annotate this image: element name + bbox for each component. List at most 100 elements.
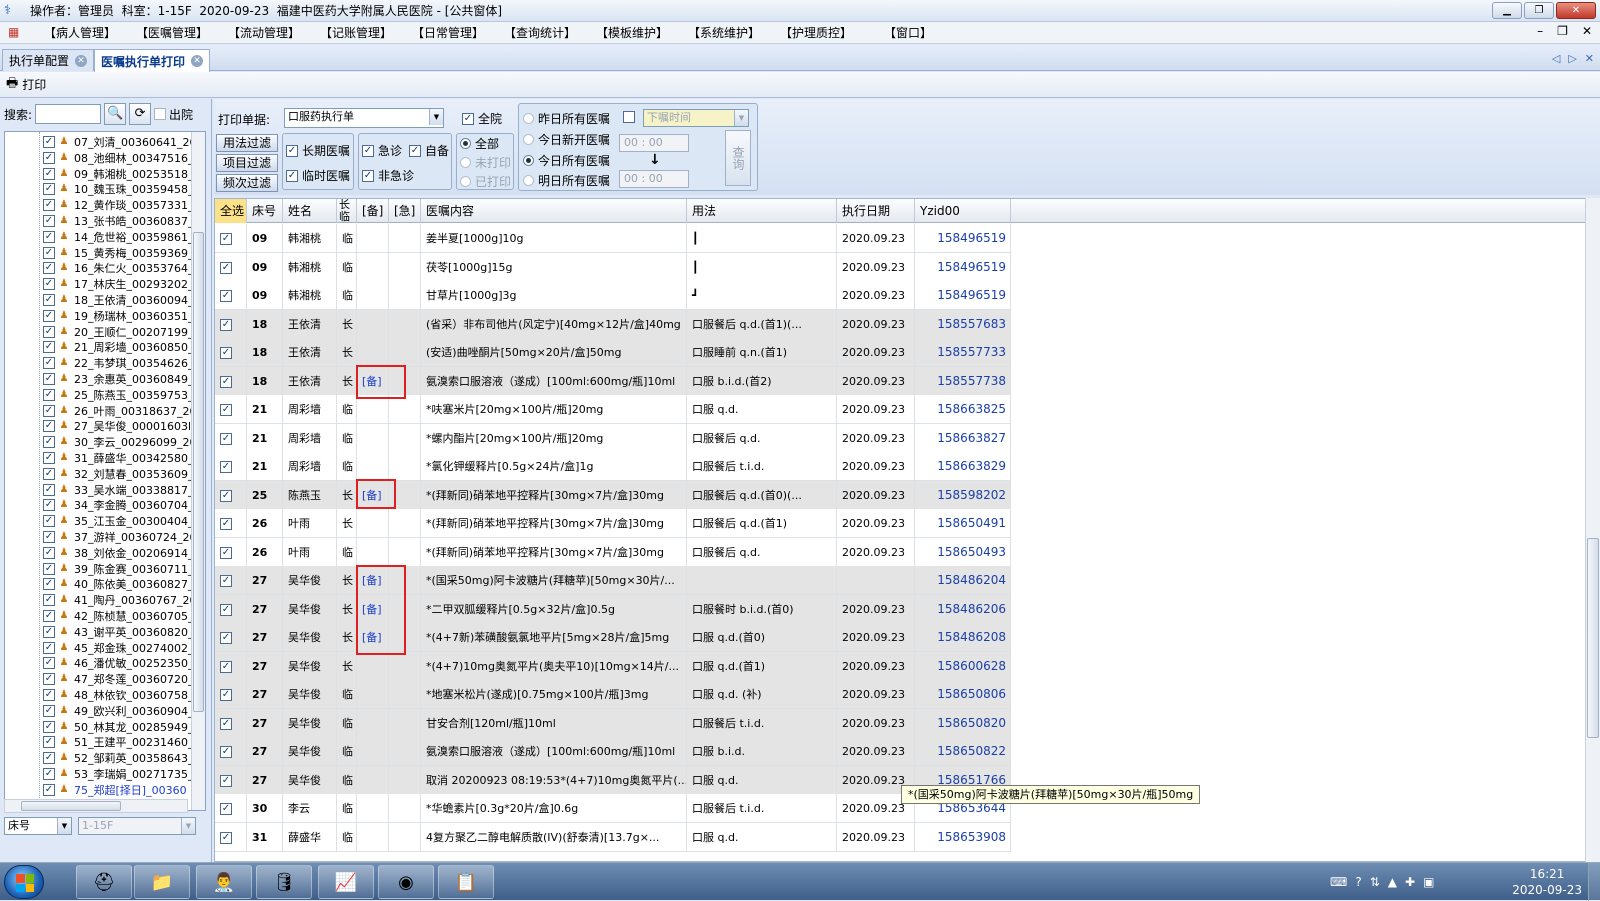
status-all-radio[interactable]: 全部	[460, 135, 499, 152]
taskbar-clipboard-icon[interactable]: 📋	[438, 865, 494, 899]
discharged-checkbox[interactable]	[154, 108, 167, 120]
tomorrow-radio[interactable]: 明日所有医嘱	[523, 172, 610, 189]
patient-node[interactable]: ✓ ♟ 19_杨瑞林_00360351_	[43, 308, 194, 324]
patient-node[interactable]: ✓ ♟ 20_王顺仁_00207199_	[43, 324, 194, 340]
patient-checkbox[interactable]: ✓	[43, 230, 55, 243]
table-row[interactable]: ✓ 09 韩湘桃临 甘草片[1000g]3g ┛ 2020.09.23 158496519	[215, 281, 1011, 310]
table-row[interactable]: ✓ 27 吴华俊临 氨溴索口服溶液（遂成）[100ml:600mg/瓶]10ml 口服 …	[215, 737, 1011, 766]
table-row[interactable]: ✓ 18 王依清长 [备] 氨溴索口服溶液（遂成）[100ml:600mg/瓶]10ml…	[215, 366, 1011, 396]
row-checkbox[interactable]: ✓	[220, 318, 232, 331]
all-hospital-check[interactable]: ✓ 全院	[462, 110, 502, 127]
patient-checkbox[interactable]: ✓	[43, 562, 55, 575]
patient-node[interactable]: ✓ ♟ 43_谢平英_00360820_	[43, 624, 194, 640]
tray-expand-icon[interactable]: ▲	[1388, 875, 1397, 889]
menu-orders[interactable]: 【医嘱管理】	[126, 24, 218, 41]
type-header[interactable]: 长临	[337, 199, 357, 223]
close-button[interactable]: ✕	[1556, 2, 1596, 19]
patient-node[interactable]: ✓ ♟ 46_潘优敏_00252350_	[43, 655, 194, 671]
menu-template[interactable]: 【模板维护】	[586, 24, 678, 41]
patient-node[interactable]: ✓ ♟ 49_欧兴利_00360904_	[43, 703, 194, 719]
close-icon[interactable]: ✕	[75, 54, 88, 67]
patient-checkbox[interactable]: ✓	[43, 689, 55, 701]
menu-daily[interactable]: 【日常管理】	[402, 24, 494, 41]
grid-scrollbar[interactable]	[1585, 198, 1600, 862]
tree-hscrollbar[interactable]	[4, 799, 188, 813]
urgent-header[interactable]: [急]	[389, 199, 421, 223]
print-button[interactable]: 打印	[22, 76, 46, 93]
table-row[interactable]: ✓ 27 吴华俊临 甘安合剂[120ml/瓶]10ml 口服餐后 t.i.d. 2020.…	[215, 708, 1011, 738]
patient-node[interactable]: ✓ ♟ 35_江玉金_00300404_	[43, 513, 194, 529]
query-button[interactable]: 查询	[725, 130, 751, 186]
patient-checkbox[interactable]: ✓	[43, 783, 55, 796]
yesterday-radio[interactable]: 昨日所有医嘱	[523, 110, 610, 127]
patient-node[interactable]: ✓ ♟ 39_陈金赛_00360711_	[43, 561, 194, 577]
menu-billing[interactable]: 【记账管理】	[310, 24, 402, 41]
table-row[interactable]: ✓ 26 叶雨长 *(拜新同)硝苯地平控释片[30mg×7片/盒]30mg 口服餐后 q…	[215, 509, 1011, 538]
today-all-radio[interactable]: 今日所有医嘱	[523, 152, 610, 169]
search-input[interactable]	[35, 104, 102, 124]
table-row[interactable]: ✓ 09 韩湘桃临 姜半夏[1000g]10g ┃ 2020.09.23 158496519	[215, 224, 1011, 253]
table-row[interactable]: ✓ 21 周彩墙临 *呋塞米片[20mg×100片/瓶]20mg 口服 q.d. 2020…	[215, 395, 1011, 424]
clock[interactable]: 16:21 2020-09-23	[1512, 866, 1582, 898]
usage-filter-button[interactable]: 用法过滤	[216, 134, 278, 152]
name-header[interactable]: 姓名	[283, 199, 337, 223]
tab-exec-config[interactable]: 执行单配置 ✕	[2, 49, 95, 71]
table-row[interactable]: ✓ 09 韩湘桃临 茯苓[1000g]15g ┃ 2020.09.23 158496519	[215, 252, 1011, 282]
row-checkbox[interactable]: ✓	[220, 575, 232, 587]
patient-node[interactable]: ✓ ♟ 17_林庆生_00293202_	[43, 276, 194, 292]
tab-close-all-icon[interactable]: ✕	[1585, 52, 1594, 65]
select-cell[interactable]: ✓	[215, 309, 247, 339]
tray-app-icon[interactable]: ✚	[1405, 875, 1415, 889]
freq-filter-button[interactable]: 频次过滤	[216, 174, 278, 192]
help-icon[interactable]: ?	[1355, 875, 1361, 889]
minimize-button[interactable]: ▁	[1492, 2, 1522, 19]
today-new-radio[interactable]: 今日新开医嘱	[523, 131, 610, 148]
usage-header[interactable]: 用法	[687, 199, 837, 223]
table-row[interactable]: ✓ 26 叶雨临 *(拜新同)硝苯地平控释片[30mg×7片/盒]30mg 口服餐后 q…	[215, 537, 1011, 567]
table-row[interactable]: ✓ 27 吴华俊临 *地塞米松片(遂成)[0.75mg×100片/瓶]3mg 口服 q.…	[215, 680, 1011, 709]
table-row[interactable]: ✓ 27 吴华俊临 取消 20200923 08:19:53*(4+7)10mg奥氮平…	[215, 765, 1011, 795]
patient-checkbox[interactable]: ✓	[43, 720, 55, 733]
patient-node[interactable]: ✓ ♟ 51_王建平_00231460_	[43, 734, 194, 750]
select-cell[interactable]: ✓	[215, 794, 247, 823]
patient-node[interactable]: ✓ ♟ 52_邹莉英_00358643_	[43, 750, 194, 766]
patient-node[interactable]: ✓ ♟ 23_余惠英_00360849_	[43, 371, 194, 387]
row-checkbox[interactable]: ✓	[220, 603, 232, 616]
patient-checkbox[interactable]: ✓	[43, 183, 55, 196]
patient-checkbox[interactable]: ✓	[43, 752, 55, 765]
select-cell[interactable]: ✓	[215, 224, 247, 253]
bed-combo[interactable]: 床号 ▼	[4, 817, 72, 835]
patient-checkbox[interactable]: ✓	[43, 420, 55, 433]
date-header[interactable]: 执行日期	[837, 199, 915, 223]
patient-node[interactable]: ✓ ♟ 16_朱仁火_00353764_	[43, 260, 194, 276]
select-cell[interactable]: ✓	[215, 765, 247, 795]
patient-node[interactable]: ✓ ♟ 53_李瑞娟_00271735_	[43, 766, 194, 782]
select-cell[interactable]: ✓	[215, 537, 247, 567]
patient-node[interactable]: ✓ ♟ 32_刘慧春_00353609_	[43, 466, 194, 482]
keyboard-icon[interactable]: ⌨	[1330, 875, 1347, 889]
select-cell[interactable]: ✓	[215, 281, 247, 310]
patient-node[interactable]: ✓ ♟ 08_池细林_00347516_	[43, 150, 194, 166]
table-row[interactable]: ✓ 21 周彩墙临 *螺内酯片[20mg×100片/瓶]20mg 口服餐后 q.d. 20…	[215, 423, 1011, 453]
patient-checkbox[interactable]: ✓	[43, 625, 55, 638]
menu-system[interactable]: 【系统维护】	[678, 24, 770, 41]
patient-node[interactable]: ✓ ♟ 10_魏玉珠_00359458_	[43, 181, 194, 197]
patient-node[interactable]: ✓ ♟ 14_危世裕_00359861_	[43, 229, 194, 245]
mdi-minimize-icon[interactable]: –	[1537, 24, 1543, 38]
id-header[interactable]: Yzid00	[915, 199, 1011, 223]
show-desktop-button[interactable]	[1588, 863, 1600, 901]
select-cell[interactable]: ✓	[215, 594, 247, 624]
item-filter-button[interactable]: 项目过滤	[216, 154, 278, 172]
row-checkbox[interactable]: ✓	[220, 461, 232, 473]
row-checkbox[interactable]: ✓	[220, 290, 232, 302]
row-checkbox[interactable]: ✓	[220, 404, 232, 416]
patient-checkbox[interactable]: ✓	[43, 357, 55, 370]
row-checkbox[interactable]: ✓	[220, 261, 232, 274]
patient-checkbox[interactable]: ✓	[43, 436, 55, 449]
select-cell[interactable]: ✓	[215, 338, 247, 367]
tree-scrollbar[interactable]	[191, 132, 205, 810]
long-term-check[interactable]: ✓ 长期医嘱	[286, 142, 350, 159]
menu-patient[interactable]: 【病人管理】	[34, 24, 126, 41]
patient-node[interactable]: ✓ ♟ 07_刘清_00360641_20	[43, 134, 196, 150]
taskbar-doctor-icon[interactable]: 👨‍⚕	[196, 865, 252, 899]
